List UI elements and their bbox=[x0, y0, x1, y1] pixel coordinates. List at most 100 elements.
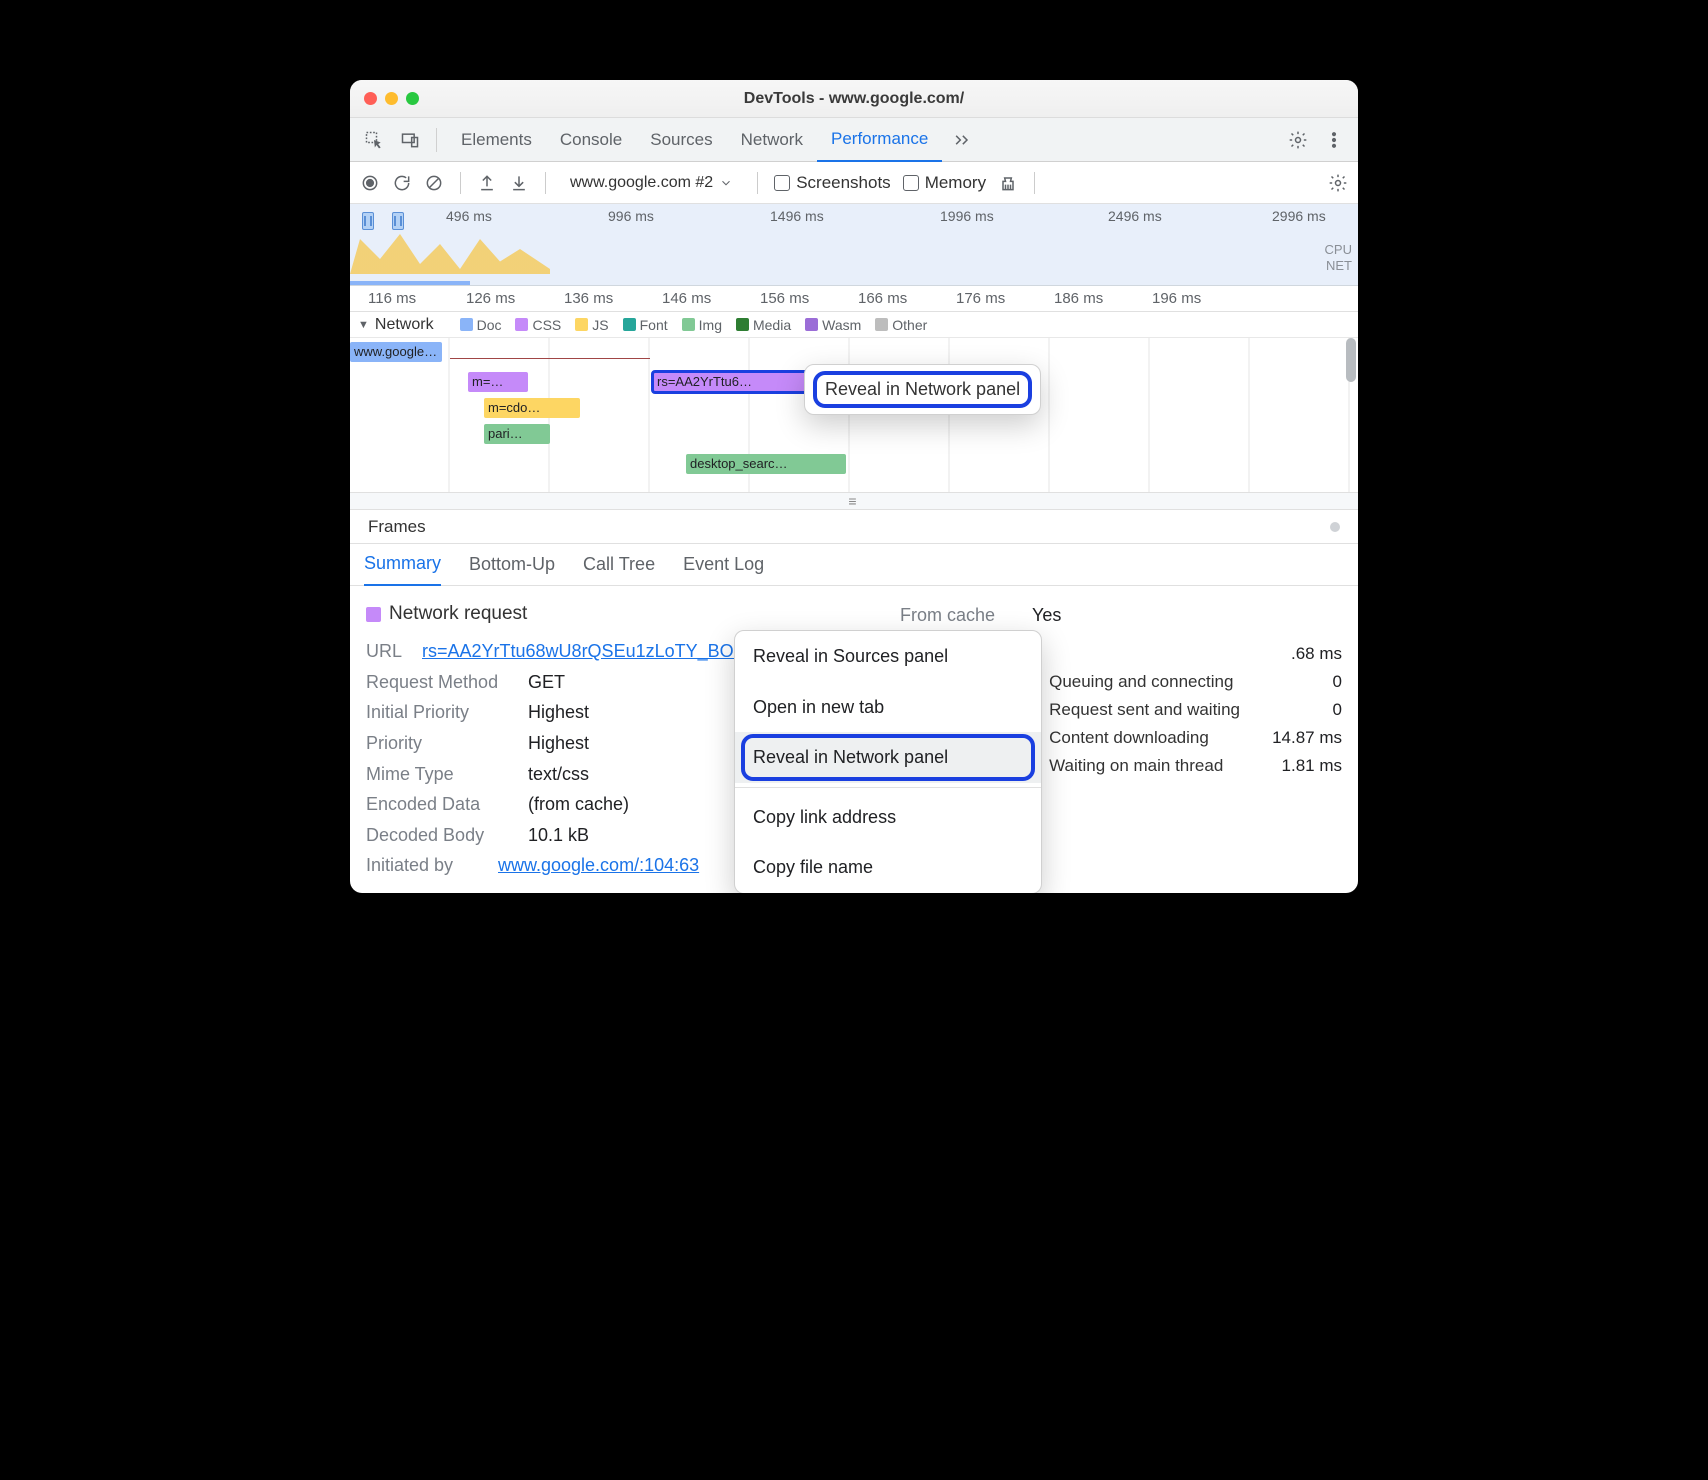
tab-sources[interactable]: Sources bbox=[636, 118, 726, 162]
recording-select-value: www.google.com #2 bbox=[570, 174, 713, 192]
legend-media: Media bbox=[736, 317, 791, 333]
panel-tabbar: ElementsConsoleSourcesNetworkPerformance bbox=[350, 118, 1358, 162]
clear-button[interactable] bbox=[424, 173, 444, 193]
scroll-indicator bbox=[1330, 522, 1340, 532]
recording-select[interactable]: www.google.com #2 bbox=[562, 172, 741, 194]
menu-separator bbox=[735, 787, 1041, 788]
overview-tick: 2996 ms bbox=[1272, 208, 1326, 224]
overview-handle-right[interactable] bbox=[392, 212, 404, 230]
more-tabs-icon[interactable] bbox=[946, 124, 978, 156]
menu-item[interactable]: Copy link address bbox=[735, 792, 1041, 843]
legend-doc: Doc bbox=[460, 317, 502, 333]
scrollbar-thumb[interactable] bbox=[1346, 338, 1356, 382]
performance-toolbar: www.google.com #2 Screenshots Memory bbox=[350, 162, 1358, 204]
request-bar[interactable]: rs=AA2YrTtu6… bbox=[653, 372, 811, 392]
initiated-by-label: Initiated by bbox=[366, 850, 486, 881]
titlebar: DevTools - www.google.com/ bbox=[350, 80, 1358, 118]
ruler-tick: 166 ms bbox=[858, 290, 907, 307]
overview-tick: 2496 ms bbox=[1108, 208, 1162, 224]
summary-value: text/css bbox=[528, 759, 589, 790]
reveal-in-network-highlight[interactable]: Reveal in Network panel bbox=[817, 375, 1028, 404]
summary-key: Encoded Data bbox=[366, 789, 516, 820]
ruler-tick: 126 ms bbox=[466, 290, 515, 307]
cpu-overview-chart bbox=[350, 224, 550, 274]
tab-network[interactable]: Network bbox=[727, 118, 817, 162]
overview-tick: 996 ms bbox=[608, 208, 654, 224]
legend-js: JS bbox=[575, 317, 608, 333]
request-bar[interactable]: www.google… bbox=[350, 342, 442, 362]
summary-panel: Network request URL rs=AA2YrTtu68wU8rQSE… bbox=[350, 586, 1358, 893]
ruler-tick: 116 ms bbox=[368, 290, 416, 307]
reveal-tooltip: Reveal in Network panel bbox=[804, 364, 1041, 415]
initiator-arrow bbox=[450, 358, 650, 359]
summary-key: Mime Type bbox=[366, 759, 516, 790]
request-swatch bbox=[366, 607, 381, 622]
settings-icon[interactable] bbox=[1282, 124, 1314, 156]
metric-label: Request sent and waiting bbox=[1049, 696, 1240, 724]
overview-tick: 496 ms bbox=[446, 208, 492, 224]
reload-record-button[interactable] bbox=[392, 173, 412, 193]
net-overview-chart bbox=[350, 281, 470, 285]
menu-item[interactable]: Open in new tab bbox=[735, 682, 1041, 733]
disclosure-triangle-icon[interactable]: ▼ bbox=[358, 319, 369, 331]
details-tab-call-tree[interactable]: Call Tree bbox=[583, 544, 655, 586]
details-tabbar: Summary Bottom-Up Call Tree Event Log bbox=[350, 544, 1358, 586]
overview-tick: 1496 ms bbox=[770, 208, 824, 224]
ruler-tick: 196 ms bbox=[1152, 290, 1201, 307]
legend-wasm: Wasm bbox=[805, 317, 861, 333]
url-label: URL bbox=[366, 636, 410, 667]
request-bar[interactable]: desktop_searc… bbox=[686, 454, 846, 474]
metric-value: 1.81 ms bbox=[1260, 752, 1342, 780]
from-cache-label: From cache bbox=[900, 600, 1020, 631]
ruler-tick: 136 ms bbox=[564, 290, 613, 307]
network-flamechart[interactable]: www.google… m=… m=cdo… pari… rs=AA2YrTtu6… de… bbox=[350, 338, 1358, 492]
frames-track-header[interactable]: Frames bbox=[350, 510, 1358, 544]
net-label: NET bbox=[1325, 258, 1352, 274]
gc-button[interactable] bbox=[998, 173, 1018, 193]
kebab-menu-icon[interactable] bbox=[1318, 124, 1350, 156]
time-ruler: 116 ms126 ms136 ms146 ms156 ms166 ms176 … bbox=[350, 286, 1358, 312]
menu-item[interactable]: Reveal in Sources panel bbox=[735, 631, 1041, 682]
timeline-overview[interactable]: 496 ms996 ms1496 ms1996 ms2496 ms2996 ms… bbox=[350, 204, 1358, 286]
summary-value: Highest bbox=[528, 697, 589, 728]
summary-key: Initial Priority bbox=[366, 697, 516, 728]
metric-value: 14.87 ms bbox=[1260, 724, 1342, 752]
summary-value: Highest bbox=[528, 728, 589, 759]
overview-handle-left[interactable] bbox=[362, 212, 374, 230]
legend-other: Other bbox=[875, 317, 927, 333]
download-profile-button[interactable] bbox=[509, 173, 529, 193]
screenshots-checkbox[interactable]: Screenshots bbox=[774, 173, 891, 193]
tab-elements[interactable]: Elements bbox=[447, 118, 546, 162]
metric-value: 0 bbox=[1260, 696, 1342, 724]
summary-key: Priority bbox=[366, 728, 516, 759]
ruler-tick: 186 ms bbox=[1054, 290, 1103, 307]
menu-item[interactable]: Copy file name bbox=[735, 842, 1041, 893]
summary-value: 10.1 kB bbox=[528, 820, 589, 851]
timing-metrics: .68 msQueuing and connecting0Request sen… bbox=[1049, 640, 1342, 780]
network-track: ▼ Network DocCSSJSFontImgMediaWasmOther … bbox=[350, 312, 1358, 492]
memory-checkbox[interactable]: Memory bbox=[903, 173, 986, 193]
request-bar[interactable]: m=cdo… bbox=[484, 398, 580, 418]
inspect-icon[interactable] bbox=[358, 124, 390, 156]
device-toggle-icon[interactable] bbox=[394, 124, 426, 156]
capture-settings-icon[interactable] bbox=[1328, 173, 1348, 193]
menu-item[interactable]: Reveal in Network panel bbox=[735, 732, 1041, 783]
tab-performance[interactable]: Performance bbox=[817, 118, 942, 162]
details-tab-event-log[interactable]: Event Log bbox=[683, 544, 764, 586]
divider bbox=[436, 128, 437, 152]
legend-css: CSS bbox=[515, 317, 561, 333]
details-tab-bottom-up[interactable]: Bottom-Up bbox=[469, 544, 555, 586]
request-bar[interactable]: pari… bbox=[484, 424, 550, 444]
window-title: DevTools - www.google.com/ bbox=[350, 90, 1358, 108]
from-cache-value: Yes bbox=[1032, 600, 1061, 631]
details-tab-summary[interactable]: Summary bbox=[364, 544, 441, 586]
initiated-by-link[interactable]: www.google.com/:104:63 bbox=[498, 850, 699, 881]
network-track-label: Network bbox=[375, 316, 434, 334]
ruler-tick: 146 ms bbox=[662, 290, 711, 307]
record-button[interactable] bbox=[360, 173, 380, 193]
track-resizer[interactable]: ≡ bbox=[350, 492, 1358, 510]
request-bar[interactable]: m=… bbox=[468, 372, 528, 392]
upload-profile-button[interactable] bbox=[477, 173, 497, 193]
legend-img: Img bbox=[682, 317, 722, 333]
tab-console[interactable]: Console bbox=[546, 118, 636, 162]
